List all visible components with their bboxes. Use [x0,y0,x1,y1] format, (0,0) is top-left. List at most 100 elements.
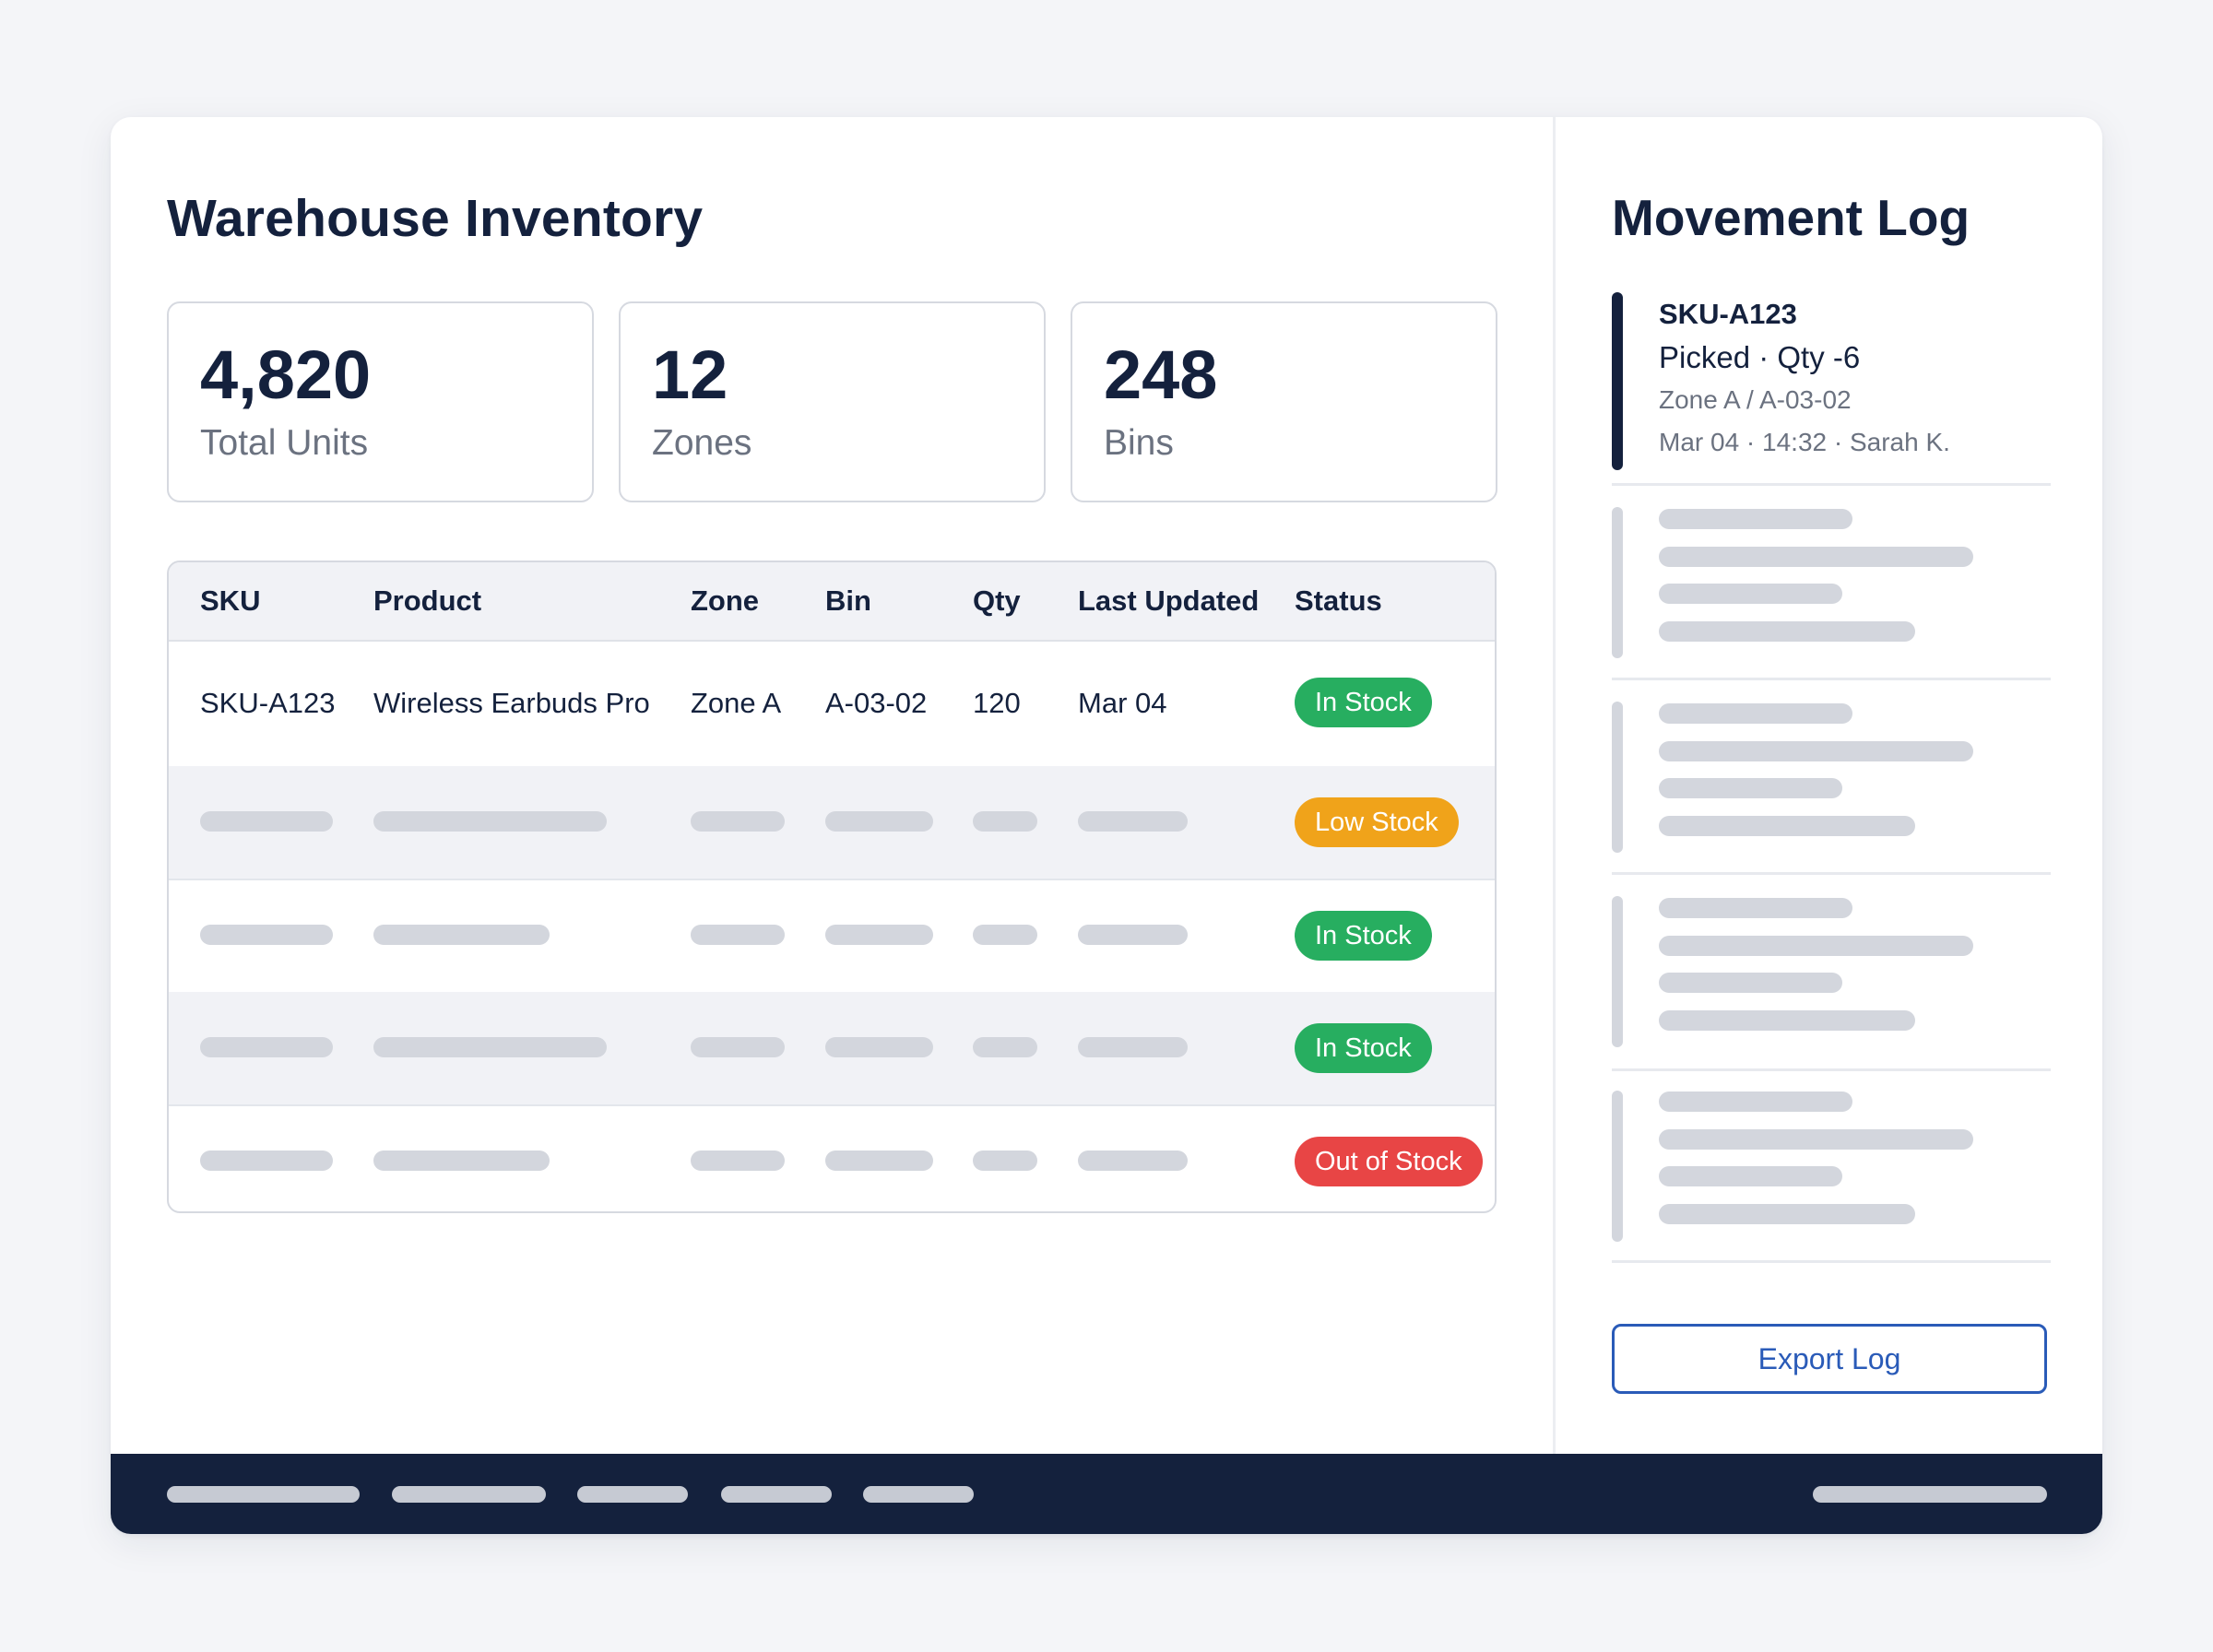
skeleton-cell [973,925,1037,945]
status-badge: In Stock [1295,1023,1432,1073]
skeleton-line [1659,1129,1973,1150]
log-entry[interactable]: SKU-A123 Picked · Qty -6 Zone A / A-03-0… [1612,292,2051,486]
skeleton-line [1659,547,1973,567]
skeleton-cell [373,1037,607,1057]
skeleton-cell [825,925,933,945]
footer-status [1813,1486,2047,1503]
log-entry[interactable] [1612,486,2051,680]
cell-sku: SKU-A123 [200,687,336,719]
skeleton-cell [825,1037,933,1057]
footer-nav-link[interactable] [863,1486,974,1503]
stat-value: 12 [652,336,728,413]
skeleton-line [1659,936,1973,956]
skeleton-cell [691,1150,785,1171]
column-header-product[interactable]: Product [373,584,481,618]
skeleton-cell [200,925,333,945]
table-row[interactable]: SKU-A123 Wireless Earbuds Pro Zone A A-0… [169,640,1495,768]
table-row[interactable]: Low Stock [169,766,1495,880]
log-entry-location: Zone A / A-03-02 [1659,385,1852,414]
inventory-table: SKU Product Zone Bin Qty Last Updated St… [167,560,1497,1213]
skeleton-line [1659,778,1842,798]
skeleton-cell [1078,1037,1188,1057]
skeleton-cell [691,811,785,832]
cell-zone: Zone A [691,687,782,719]
log-entry-indicator [1612,702,1623,853]
app-window: Warehouse Inventory 4,820 Total Units 12… [111,117,2102,1534]
status-badge: Out of Stock [1295,1137,1483,1186]
log-entry-sku: SKU-A123 [1659,298,1797,330]
skeleton-cell [691,1037,785,1057]
skeleton-line [1659,898,1852,918]
movement-log-title: Movement Log [1612,189,1970,246]
footer-bar [111,1454,2102,1534]
status-badge: In Stock [1295,678,1432,727]
page-title: Warehouse Inventory [167,189,704,248]
column-header-sku[interactable]: SKU [200,584,260,618]
column-header-last-updated[interactable]: Last Updated [1078,584,1259,618]
stat-label: Total Units [200,423,369,463]
log-entry-indicator [1612,896,1623,1047]
movement-log-panel: Movement Log SKU-A123 Picked · Qty -6 Zo… [1556,117,2102,1454]
column-header-status[interactable]: Status [1295,584,1382,618]
table-row[interactable]: In Stock [169,992,1495,1106]
column-header-qty[interactable]: Qty [973,584,1021,618]
stat-label: Bins [1104,423,1174,463]
footer-nav-link[interactable] [721,1486,832,1503]
status-badge: In Stock [1295,911,1432,961]
log-entry[interactable] [1612,1071,2051,1263]
footer-nav-link[interactable] [167,1486,360,1503]
skeleton-line [1659,1204,1915,1224]
skeleton-line [1659,816,1915,836]
export-log-button[interactable]: Export Log [1612,1324,2047,1394]
cell-product: Wireless Earbuds Pro [373,687,650,719]
log-entry-indicator [1612,292,1623,470]
skeleton-line [1659,509,1852,529]
skeleton-cell [373,925,550,945]
skeleton-line [1659,621,1915,642]
stats-row: 4,820 Total Units 12 Zones 248 Bins [167,301,1497,502]
table-row[interactable]: In Stock [169,879,1495,994]
stat-card-total-units: 4,820 Total Units [167,301,594,502]
skeleton-cell [200,1037,333,1057]
skeleton-cell [1078,925,1188,945]
stat-value: 4,820 [200,336,372,413]
skeleton-line [1659,584,1842,604]
cell-qty: 120 [973,687,1021,719]
status-badge: Low Stock [1295,797,1459,847]
log-entry-meta: Mar 04 · 14:32 · Sarah K. [1659,428,1950,456]
column-header-zone[interactable]: Zone [691,584,759,618]
skeleton-cell [825,811,933,832]
stat-value: 248 [1104,336,1218,413]
column-header-bin[interactable]: Bin [825,584,871,618]
log-entry-indicator [1612,507,1623,658]
skeleton-cell [973,1150,1037,1171]
stat-card-bins: 248 Bins [1071,301,1497,502]
skeleton-cell [200,811,333,832]
skeleton-cell [1078,1150,1188,1171]
skeleton-line [1659,1166,1842,1186]
footer-nav-link[interactable] [577,1486,688,1503]
skeleton-cell [825,1150,933,1171]
skeleton-cell [973,811,1037,832]
skeleton-line [1659,1010,1915,1031]
footer-nav-link[interactable] [392,1486,546,1503]
table-row[interactable]: Out of Stock [169,1104,1495,1211]
skeleton-cell [973,1037,1037,1057]
log-entry[interactable] [1612,875,2051,1071]
stat-label: Zones [652,423,752,463]
skeleton-line [1659,703,1852,724]
cell-bin: A-03-02 [825,687,928,719]
log-entry[interactable] [1612,680,2051,875]
skeleton-line [1659,973,1842,993]
skeleton-line [1659,1092,1852,1112]
skeleton-cell [373,1150,550,1171]
skeleton-cell [373,811,607,832]
skeleton-cell [1078,811,1188,832]
stat-card-zones: 12 Zones [619,301,1046,502]
log-entry-indicator [1612,1091,1623,1242]
skeleton-cell [200,1150,333,1171]
log-entry-action: Picked · Qty -6 [1659,340,1861,374]
cell-last-updated: Mar 04 [1078,687,1167,719]
skeleton-cell [691,925,785,945]
inventory-panel: Warehouse Inventory 4,820 Total Units 12… [111,117,1553,1454]
